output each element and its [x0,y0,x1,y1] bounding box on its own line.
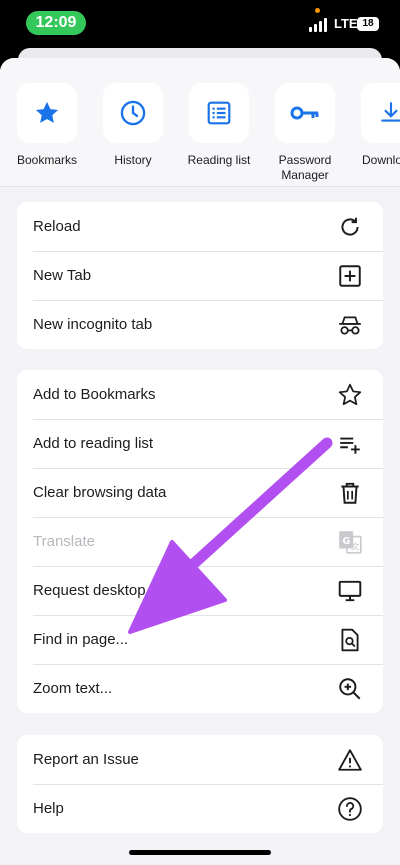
menu-item-add-to-bookmarks[interactable]: Add to Bookmarks [17,370,383,419]
incognito-icon [339,316,361,335]
menu-item-reload[interactable]: Reload [17,202,383,251]
menu-item-report-an-issue[interactable]: Report an Issue [17,735,383,784]
menu-item-label: Add to reading list [33,435,154,452]
quick-action-label: Bookmarks [16,153,78,167]
menu-item-label: Zoom text... [33,680,113,697]
menu-item-label: Translate [33,533,95,550]
reload-icon [341,217,359,236]
menu-item-label: Clear browsing data [33,484,167,501]
menu-item-new-tab[interactable]: New Tab [17,251,383,300]
menu-item-label: Find in page... [33,631,129,648]
battery-icon: 18 [357,17,379,31]
menu-item-zoom-text[interactable]: Zoom text... [17,664,383,713]
menu-item-label: Report an Issue [33,751,139,768]
warning-icon [338,749,362,771]
menu-item-new-incognito-tab[interactable]: New incognito tab [17,300,383,349]
key-icon [290,106,319,120]
menu-item-help[interactable]: Help [17,784,383,833]
plus-square-icon [339,265,361,287]
menu-item-clear-browsing-data[interactable]: Clear browsing data [17,468,383,517]
overflow-menu-sheet: Bookmarks History Reading list Password … [0,58,400,865]
menu-group-tabs: Reload New Tab New incognito tab [17,202,383,349]
quick-action-history[interactable]: History [90,83,176,168]
status-bar: 12:09 LTE 18 [0,0,400,44]
signal-icon [309,18,331,32]
menu-item-translate: Translate G文 [17,517,383,566]
svg-text:G: G [342,536,350,547]
menu-item-label: Add to Bookmarks [33,386,156,403]
help-icon [338,797,362,821]
list-icon [207,101,231,125]
quick-action-password-manager[interactable]: Password Manager [262,83,348,183]
list-add-icon [340,437,360,454]
menu-item-find-in-page[interactable]: Find in page... [17,615,383,664]
quick-action-label: Password Manager [278,153,332,182]
home-indicator [129,850,271,855]
find-in-page-icon [341,628,359,652]
svg-text:文: 文 [351,541,360,553]
quick-action-label: Downlo [362,153,400,167]
clock-icon [120,100,146,126]
menu-group-support: Report an Issue Help [17,735,383,833]
menu-item-request-desktop[interactable]: Request desktop [17,566,383,615]
menu-item-label: Reload [33,218,81,235]
translate-icon: G文 [339,531,362,554]
quick-actions-row[interactable]: Bookmarks History Reading list Password … [0,58,400,187]
status-time: 12:09 [26,11,86,35]
menu-item-label: New incognito tab [33,316,153,333]
menu-item-label: Request desktop [33,582,146,599]
star-filled-icon [35,101,59,123]
zoom-in-icon [339,678,361,700]
menu-item-add-to-reading-list[interactable]: Add to reading list [17,419,383,468]
menu-group-page-actions: Add to Bookmarks Add to reading list Cle… [17,370,383,713]
trash-icon [341,482,359,504]
network-type: LTE [334,16,358,31]
privacy-indicator [315,8,320,13]
quick-action-label: Reading list [187,153,251,167]
quick-action-downloads[interactable]: Downlo [348,83,400,168]
quick-action-reading-list[interactable]: Reading list [176,83,262,168]
menu-item-label: New Tab [33,267,92,284]
download-icon [381,102,400,122]
quick-action-label: History [114,153,152,167]
star-outline-icon [338,383,362,406]
desktop-icon [338,580,362,602]
quick-action-bookmarks[interactable]: Bookmarks [4,83,90,168]
menu-item-label: Help [33,800,64,817]
